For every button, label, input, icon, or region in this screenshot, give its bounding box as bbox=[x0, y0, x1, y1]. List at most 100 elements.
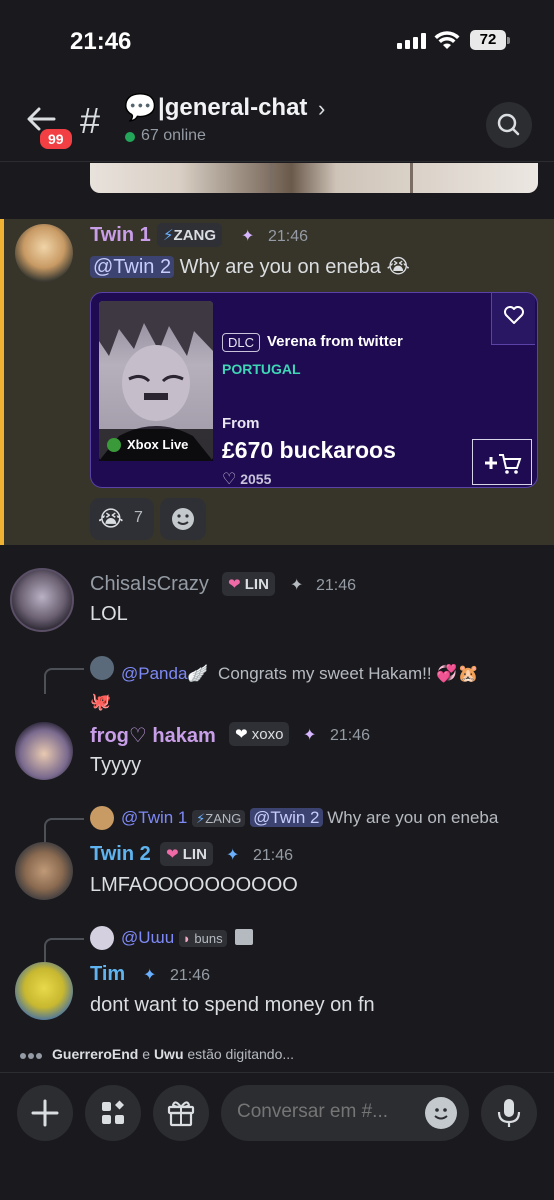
typing-dots-icon bbox=[20, 1046, 52, 1062]
price-label: From bbox=[222, 415, 260, 432]
reply-author: @Panda🪽 bbox=[121, 664, 209, 683]
channel-name[interactable]: |general-chat bbox=[158, 94, 307, 122]
reply-connector bbox=[44, 938, 84, 964]
message-author[interactable]: frog♡ hakam bbox=[90, 723, 216, 748]
attach-button[interactable] bbox=[17, 1085, 73, 1141]
bun-icon: ◗ bbox=[182, 931, 191, 946]
message-text: LMFAOOOOOOOOOO bbox=[90, 874, 298, 896]
message-text: Tyyyy bbox=[90, 754, 142, 776]
avatar[interactable] bbox=[15, 224, 73, 282]
sparkle-icon: ✦ bbox=[290, 577, 304, 594]
add-reaction-button[interactable] bbox=[160, 498, 206, 540]
reply-preview[interactable]: @Panda🪽 Congrats my sweet Hakam!! 💞🐹 bbox=[121, 664, 479, 684]
emoji-smile-icon bbox=[434, 1108, 448, 1120]
channel-header: 99 # 💬 |general-chat › 67 online bbox=[0, 80, 554, 162]
server-tag-label: ZANG bbox=[173, 227, 217, 244]
reaction-count: 7 bbox=[134, 509, 143, 526]
platform-label: Xbox Live bbox=[99, 429, 213, 461]
add-to-cart-icon bbox=[485, 454, 522, 474]
message-text: LOL bbox=[90, 603, 128, 625]
reply-preview[interactable]: @Twin 1 ⚡ZANG @Twin 2 Why are you on ene… bbox=[121, 808, 498, 828]
search-button[interactable] bbox=[486, 102, 532, 148]
hash-icon: # bbox=[80, 100, 101, 141]
avatar[interactable] bbox=[15, 842, 73, 900]
sparkle-icon: ✦ bbox=[241, 228, 255, 245]
platform-text: Xbox Live bbox=[127, 437, 189, 452]
message-input[interactable] bbox=[237, 1101, 417, 1123]
wishlist-button[interactable] bbox=[491, 293, 535, 345]
typing-user: GuerreroEnd bbox=[52, 1046, 139, 1062]
reply-connector bbox=[44, 668, 84, 694]
chevron-right-icon[interactable]: › bbox=[318, 96, 325, 122]
message-author[interactable]: ChisaIsCrazy bbox=[90, 573, 209, 596]
heart-icon: ❤ bbox=[235, 726, 248, 743]
server-tag: ◗ buns bbox=[178, 930, 227, 947]
reply-text: Why are you on eneba bbox=[327, 808, 499, 827]
xbox-icon bbox=[107, 438, 121, 452]
user-mention: @Twin 2 bbox=[250, 808, 323, 827]
voice-message-button[interactable] bbox=[481, 1085, 537, 1141]
timestamp: 21:46 bbox=[253, 847, 294, 864]
server-tag-label: LIN bbox=[182, 846, 207, 863]
gift-icon bbox=[167, 1101, 195, 1127]
channel-emoji: 💬 bbox=[124, 92, 157, 122]
message-author[interactable]: Twin 1 bbox=[90, 224, 151, 247]
reply-text: Congrats my sweet Hakam!! 💞🐹 bbox=[218, 664, 479, 683]
reply-preview[interactable]: @Uɯu ◗ buns bbox=[121, 928, 254, 948]
reply-emoji: 🐙 bbox=[90, 692, 112, 711]
likes-count: ♡ 2055 bbox=[222, 469, 272, 487]
message-author[interactable]: Twin 2 bbox=[90, 843, 151, 866]
avatar[interactable] bbox=[15, 722, 73, 780]
lightning-icon: ⚡ bbox=[163, 227, 174, 244]
image-attachment-icon bbox=[235, 929, 254, 945]
previous-attachment-image[interactable] bbox=[90, 163, 538, 193]
message-content: @Twin 2 Why are you on eneba 😭 bbox=[90, 254, 410, 279]
server-tag-label: buns bbox=[194, 931, 223, 946]
emoji-smile-icon bbox=[172, 508, 194, 530]
timestamp: 21:46 bbox=[268, 228, 309, 245]
server-tag-label: ZANG bbox=[205, 811, 242, 826]
apps-button[interactable] bbox=[85, 1085, 141, 1141]
dlc-badge: DLC bbox=[222, 333, 261, 352]
message-author[interactable]: Tim bbox=[90, 963, 125, 986]
apps-icon bbox=[102, 1100, 124, 1124]
clock: 21:46 bbox=[70, 28, 132, 55]
reply-avatar bbox=[90, 806, 114, 830]
product-price: £670 buckaroos bbox=[222, 437, 396, 463]
product-embed-card[interactable]: Xbox Live DLC Verena from twitter PORTUG… bbox=[90, 292, 538, 488]
server-tag[interactable]: ❤ LIN bbox=[222, 572, 275, 596]
server-tag[interactable]: ❤ LIN bbox=[160, 842, 213, 866]
battery-tip bbox=[507, 37, 510, 44]
product-region: PORTUGAL bbox=[222, 361, 301, 377]
sparkle-icon: ✦ bbox=[226, 847, 240, 864]
wifi-icon bbox=[434, 31, 460, 49]
gift-button[interactable] bbox=[153, 1085, 209, 1141]
reply-author: @Uɯu bbox=[121, 928, 175, 947]
typing-joiner: e bbox=[138, 1046, 154, 1062]
cellular-signal-icon bbox=[397, 33, 427, 49]
server-tag-label: xoxo bbox=[251, 726, 284, 743]
unread-badge: 99 bbox=[38, 127, 74, 151]
message-input-container[interactable] bbox=[221, 1085, 469, 1141]
message-text: dont want to spend money on fn bbox=[90, 994, 375, 1016]
server-tag-label: LIN bbox=[244, 576, 269, 593]
plus-icon bbox=[31, 1099, 59, 1127]
reaction-button[interactable]: 😭 7 bbox=[90, 498, 154, 540]
avatar[interactable] bbox=[10, 568, 74, 632]
user-mention[interactable]: @Twin 2 bbox=[90, 256, 175, 278]
reply-author: @Twin 1 bbox=[121, 808, 188, 827]
typing-suffix: estão digitando... bbox=[183, 1046, 295, 1062]
loudly-crying-emoji: 😭 bbox=[98, 506, 124, 531]
add-to-cart-button[interactable] bbox=[472, 439, 532, 485]
server-tag[interactable]: ⚡ZANG bbox=[157, 223, 223, 247]
microphone-icon bbox=[497, 1099, 521, 1127]
message-composer-bar bbox=[0, 1072, 554, 1200]
avatar[interactable] bbox=[15, 962, 73, 1020]
server-tag[interactable]: ❤ xoxo bbox=[229, 722, 290, 746]
sparkle-icon: ✦ bbox=[303, 727, 317, 744]
emoji-picker-button[interactable] bbox=[425, 1097, 457, 1129]
timestamp: 21:46 bbox=[170, 967, 211, 984]
likes-value: 2055 bbox=[240, 471, 272, 487]
sparkle-icon: ✦ bbox=[143, 967, 157, 984]
timestamp: 21:46 bbox=[330, 727, 371, 744]
